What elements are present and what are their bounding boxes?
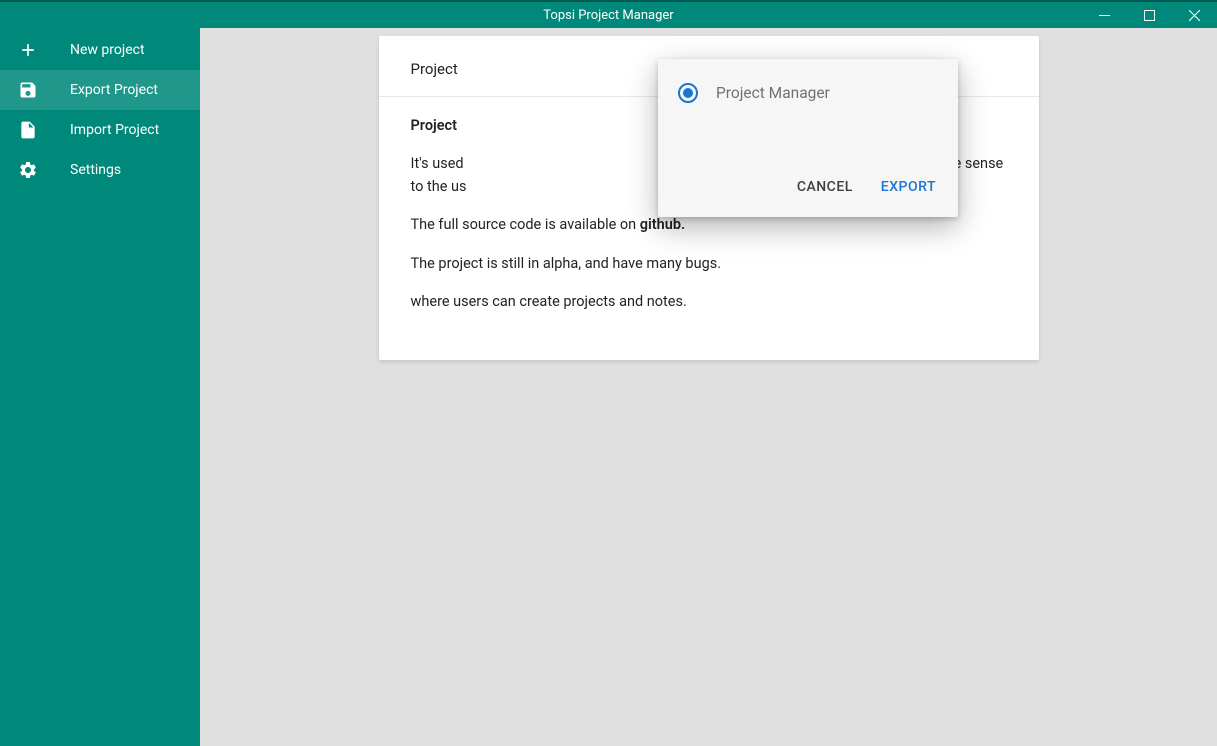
titlebar: Topsi Project Manager	[0, 0, 1217, 28]
close-icon	[1189, 10, 1200, 21]
radio-label: Project Manager	[716, 84, 830, 102]
card-paragraph: The full source code is available on git…	[411, 214, 1007, 236]
sidebar-item-label: Settings	[70, 162, 121, 178]
sidebar-item-label: Export Project	[70, 82, 158, 98]
export-button[interactable]: Export	[871, 171, 946, 203]
export-dialog: Project Manager Cancel Export	[658, 59, 958, 217]
sidebar-item-label: Import Project	[70, 122, 159, 138]
close-button[interactable]	[1172, 2, 1217, 28]
sidebar-item-new-project[interactable]: New project	[0, 30, 200, 70]
sidebar-item-settings[interactable]: Settings	[0, 150, 200, 190]
sidebar-item-label: New project	[70, 42, 145, 58]
card-paragraph: where users can create projects and note…	[411, 291, 1007, 313]
minimize-button[interactable]	[1082, 2, 1127, 28]
card-paragraph: The project is still in alpha, and have …	[411, 253, 1007, 275]
plus-icon	[16, 38, 40, 62]
maximize-button[interactable]	[1127, 2, 1172, 28]
radio-project-manager[interactable]	[678, 83, 698, 103]
window-title: Topsi Project Manager	[543, 8, 673, 23]
cancel-button[interactable]: Cancel	[787, 171, 863, 203]
card-title-partial: Project	[411, 60, 458, 78]
dialog-actions: Cancel Export	[658, 163, 958, 217]
save-icon	[16, 78, 40, 102]
gear-icon	[16, 158, 40, 182]
sidebar-item-import-project[interactable]: Import Project	[0, 110, 200, 150]
file-icon	[16, 118, 40, 142]
sidebar: New project Export Project Import Projec…	[0, 28, 200, 746]
main-area: Project Project hidden text covered by m…	[200, 28, 1217, 746]
dialog-body: Project Manager	[658, 59, 958, 113]
window-controls	[1082, 2, 1217, 28]
minimize-icon	[1099, 10, 1110, 21]
sidebar-item-export-project[interactable]: Export Project	[0, 70, 200, 110]
maximize-icon	[1144, 10, 1155, 21]
radio-dot-icon	[683, 88, 693, 98]
